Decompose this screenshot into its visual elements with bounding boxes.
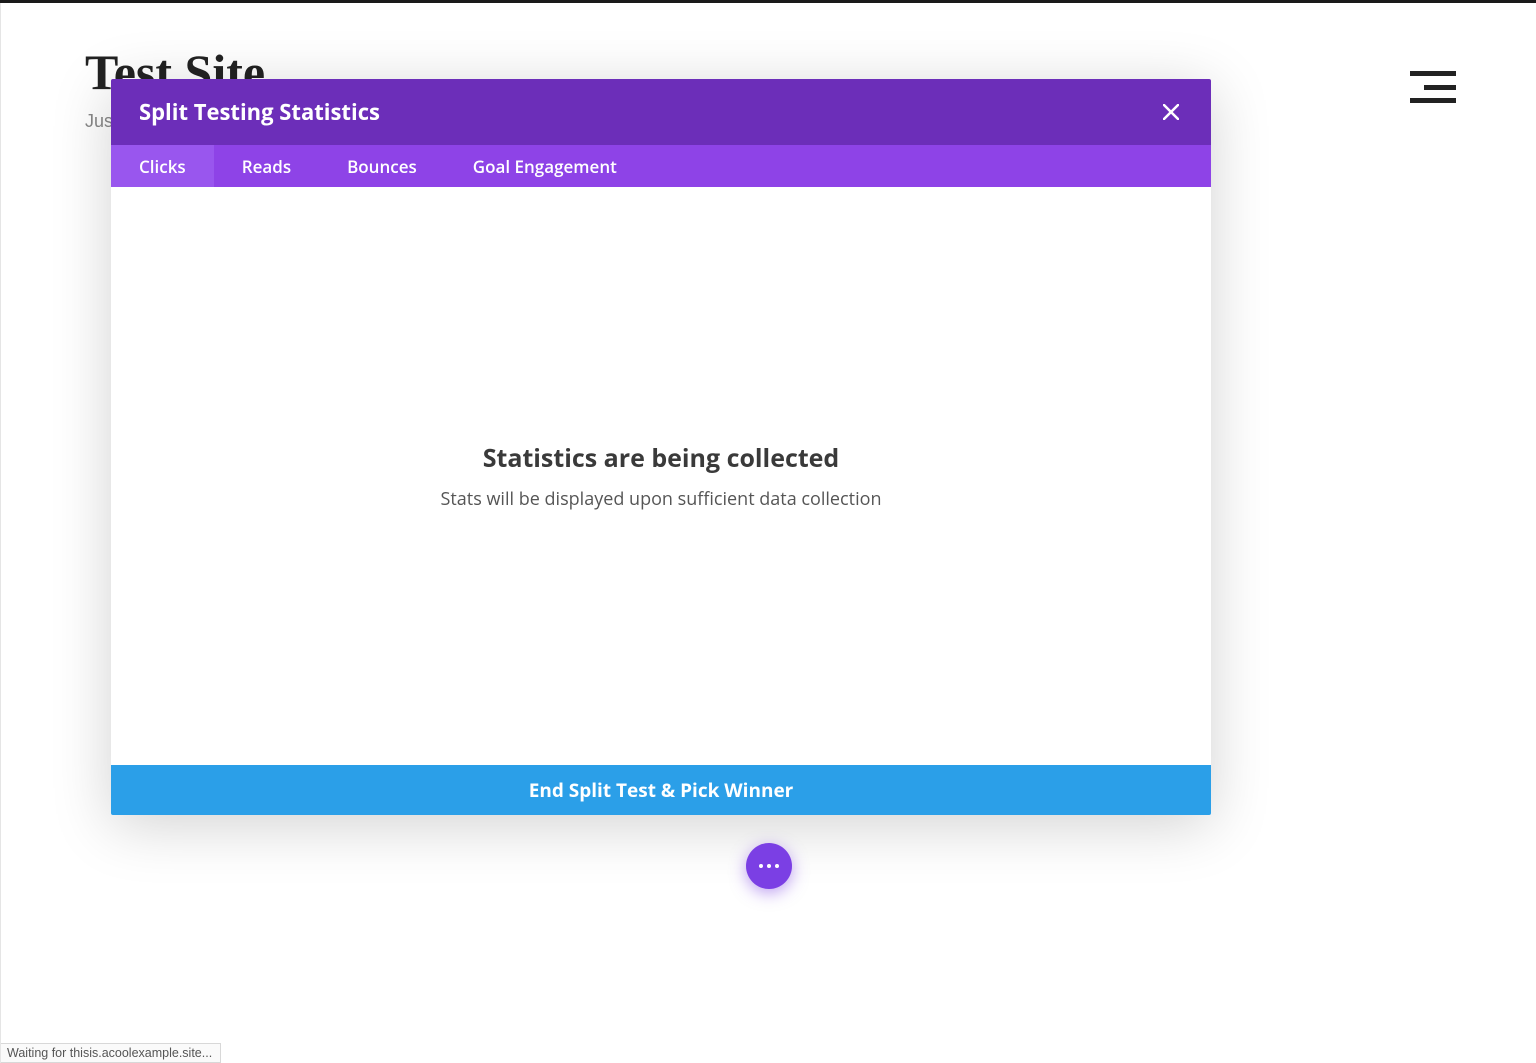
page-background: Test Site Jus Split Testing Statistics C… (0, 3, 1536, 1063)
tab-bounces[interactable]: Bounces (319, 145, 445, 187)
modal-body: Statistics are being collected Stats wil… (111, 187, 1211, 765)
fab-more-button[interactable] (746, 843, 792, 889)
end-split-test-button[interactable]: End Split Test & Pick Winner (111, 765, 1211, 815)
hamburger-icon (1424, 85, 1456, 90)
modal-header: Split Testing Statistics (111, 79, 1211, 145)
tab-reads[interactable]: Reads (214, 145, 319, 187)
modal-title: Split Testing Statistics (139, 97, 380, 127)
split-testing-modal: Split Testing Statistics Clicks Reads Bo… (111, 79, 1211, 815)
empty-state-heading: Statistics are being collected (441, 441, 882, 475)
empty-state-subtext: Stats will be displayed upon sufficient … (441, 487, 882, 511)
close-icon (1163, 104, 1179, 120)
hamburger-icon (1410, 71, 1456, 76)
browser-status-bar: Waiting for thisis.acoolexample.site... (1, 1043, 221, 1063)
close-button[interactable] (1159, 100, 1183, 124)
menu-toggle-button[interactable] (1410, 71, 1456, 103)
tab-clicks[interactable]: Clicks (111, 145, 214, 187)
modal-tabs: Clicks Reads Bounces Goal Engagement (111, 145, 1211, 187)
hamburger-icon (1410, 98, 1456, 103)
tab-goal-engagement[interactable]: Goal Engagement (445, 145, 645, 187)
more-icon (759, 864, 779, 868)
empty-state: Statistics are being collected Stats wil… (441, 441, 882, 511)
